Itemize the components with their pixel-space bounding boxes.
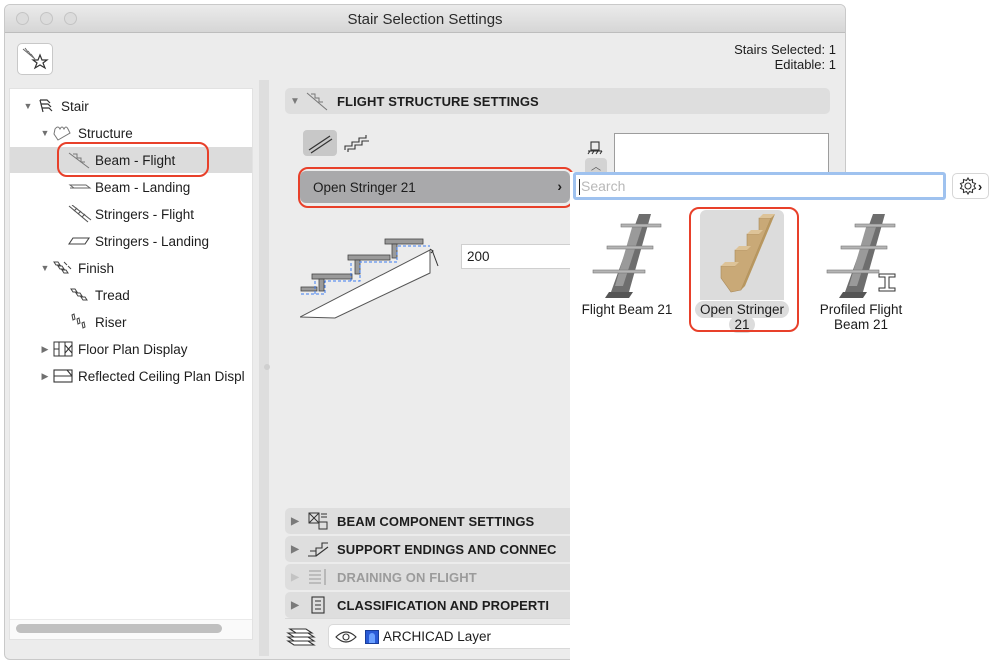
stepped-beam-icon	[344, 135, 369, 152]
item-label-line1: Profiled Flight	[819, 302, 903, 317]
gear-icon	[959, 177, 977, 195]
stair-icon	[34, 97, 58, 115]
i-beam-icon	[878, 273, 896, 292]
favorites-button[interactable]	[17, 43, 53, 75]
riser-icon	[68, 313, 92, 331]
library-search-input[interactable]: Search	[573, 172, 946, 200]
tree-item-stringers-flight[interactable]: Stringers - Flight	[10, 201, 252, 227]
window-title: Stair Selection Settings	[347, 11, 503, 28]
beam-component-icon	[305, 511, 331, 531]
library-item-open-stringer-21[interactable]: Open Stringer 21	[692, 210, 792, 333]
disclosure-collapsed-icon[interactable]: ▶	[39, 344, 51, 355]
settings-tree: ▼ Stair ▼ Structure Beam - Flight Beam -…	[9, 88, 253, 640]
panel-draining-on-flight: ▶ DRAINING ON FLIGHT	[285, 564, 575, 590]
tree-item-structure[interactable]: ▼ Structure	[10, 120, 252, 146]
support-endings-icon	[305, 539, 331, 559]
tree-scroll-thumb[interactable]	[16, 624, 222, 633]
beam-flight-icon	[305, 91, 331, 111]
tree-item-beam-landing[interactable]: Beam - Landing	[10, 174, 252, 200]
layers-icon	[286, 625, 316, 650]
flight-beam-thumbnail	[585, 210, 669, 300]
anchor-up-button[interactable]: ︿	[585, 158, 607, 173]
selection-info: Stairs Selected: 1 Editable: 1	[734, 42, 836, 72]
stepped-beam-type-button[interactable]	[340, 130, 374, 156]
layer-color-icon	[365, 629, 379, 644]
beam-landing-icon	[68, 178, 92, 196]
tread-icon	[68, 286, 92, 304]
library-item-profiled-flight-beam-21[interactable]: Profiled Flight Beam 21	[811, 210, 911, 332]
tree-item-reflected-ceiling-plan-display[interactable]: ▶ Reflected Ceiling Plan Displ	[10, 363, 252, 389]
tree-item-stringers-landing[interactable]: Stringers - Landing	[10, 228, 252, 254]
disclosure-expanded-icon[interactable]: ▼	[39, 128, 51, 138]
profiled-flight-beam-thumbnail	[819, 210, 903, 300]
panel-support-endings-and-connections[interactable]: ▶ SUPPORT ENDINGS AND CONNEC	[285, 536, 575, 562]
tree-item-stair[interactable]: ▼ Stair	[10, 93, 252, 119]
eye-icon[interactable]	[335, 630, 357, 644]
preview-box	[614, 133, 829, 177]
tree-item-tread[interactable]: Tread	[10, 282, 252, 308]
tree-horizontal-scrollbar[interactable]	[10, 619, 252, 639]
layer-selector[interactable]: ARCHICAD Layer	[328, 624, 578, 649]
beam-flight-icon	[68, 151, 92, 169]
floor-plan-icon	[51, 340, 75, 358]
tree-item-finish[interactable]: ▼ Finish	[10, 255, 252, 281]
sloped-beam-type-button[interactable]	[303, 130, 337, 156]
disclosure-expanded-icon: ▼	[290, 95, 300, 107]
open-stringer-thumbnail	[700, 210, 784, 300]
ceiling-plan-icon	[51, 367, 75, 385]
favorites-star-icon	[22, 47, 49, 70]
beam-thickness-input[interactable]	[461, 244, 571, 269]
tree-item-riser[interactable]: Riser	[10, 309, 252, 335]
stringer-type-selector[interactable]: Open Stringer 21 ›	[300, 171, 570, 203]
stringers-landing-icon	[68, 232, 92, 250]
tree-item-floor-plan-display[interactable]: ▶ Floor Plan Display	[10, 336, 252, 362]
panel-beam-component-settings[interactable]: ▶ BEAM COMPONENT SETTINGS	[285, 508, 575, 534]
disclosure-collapsed-icon: ▶	[291, 571, 299, 583]
disclosure-expanded-icon[interactable]: ▼	[39, 263, 51, 273]
stair-section-diagram	[299, 238, 475, 331]
anchor-icon	[587, 140, 603, 159]
library-item-flight-beam-21[interactable]: Flight Beam 21	[577, 210, 677, 317]
structure-icon	[51, 124, 75, 142]
title-bar: Stair Selection Settings	[5, 5, 845, 33]
editable-count: Editable: 1	[774, 57, 836, 72]
chevron-right-icon: ›	[557, 178, 562, 194]
panel-classification-and-properties[interactable]: ▶ CLASSIFICATION AND PROPERTI	[285, 592, 575, 618]
disclosure-collapsed-icon[interactable]: ▶	[39, 371, 51, 382]
panel-flight-structure-settings[interactable]: ▼ FLIGHT STRUCTURE SETTINGS	[285, 88, 830, 114]
disclosure-collapsed-icon: ▶	[291, 599, 299, 611]
tree-item-beam-flight[interactable]: Beam - Flight	[10, 147, 252, 173]
popup-settings-button[interactable]: ›	[952, 173, 989, 199]
finish-icon	[51, 259, 75, 277]
classification-icon	[305, 595, 331, 615]
sloped-beam-icon	[308, 135, 333, 154]
stringers-flight-icon	[68, 205, 92, 223]
chevron-right-icon: ›	[977, 178, 983, 194]
disclosure-expanded-icon[interactable]: ▼	[22, 101, 34, 111]
item-label-line2: 21	[729, 316, 755, 333]
disclosure-collapsed-icon: ▶	[291, 515, 299, 527]
disclosure-collapsed-icon: ▶	[291, 543, 299, 555]
stairs-selected-count: Stairs Selected: 1	[734, 42, 836, 57]
item-label-line2: Beam 21	[833, 317, 889, 332]
splitter-handle[interactable]	[264, 364, 270, 370]
draining-icon	[305, 567, 331, 587]
